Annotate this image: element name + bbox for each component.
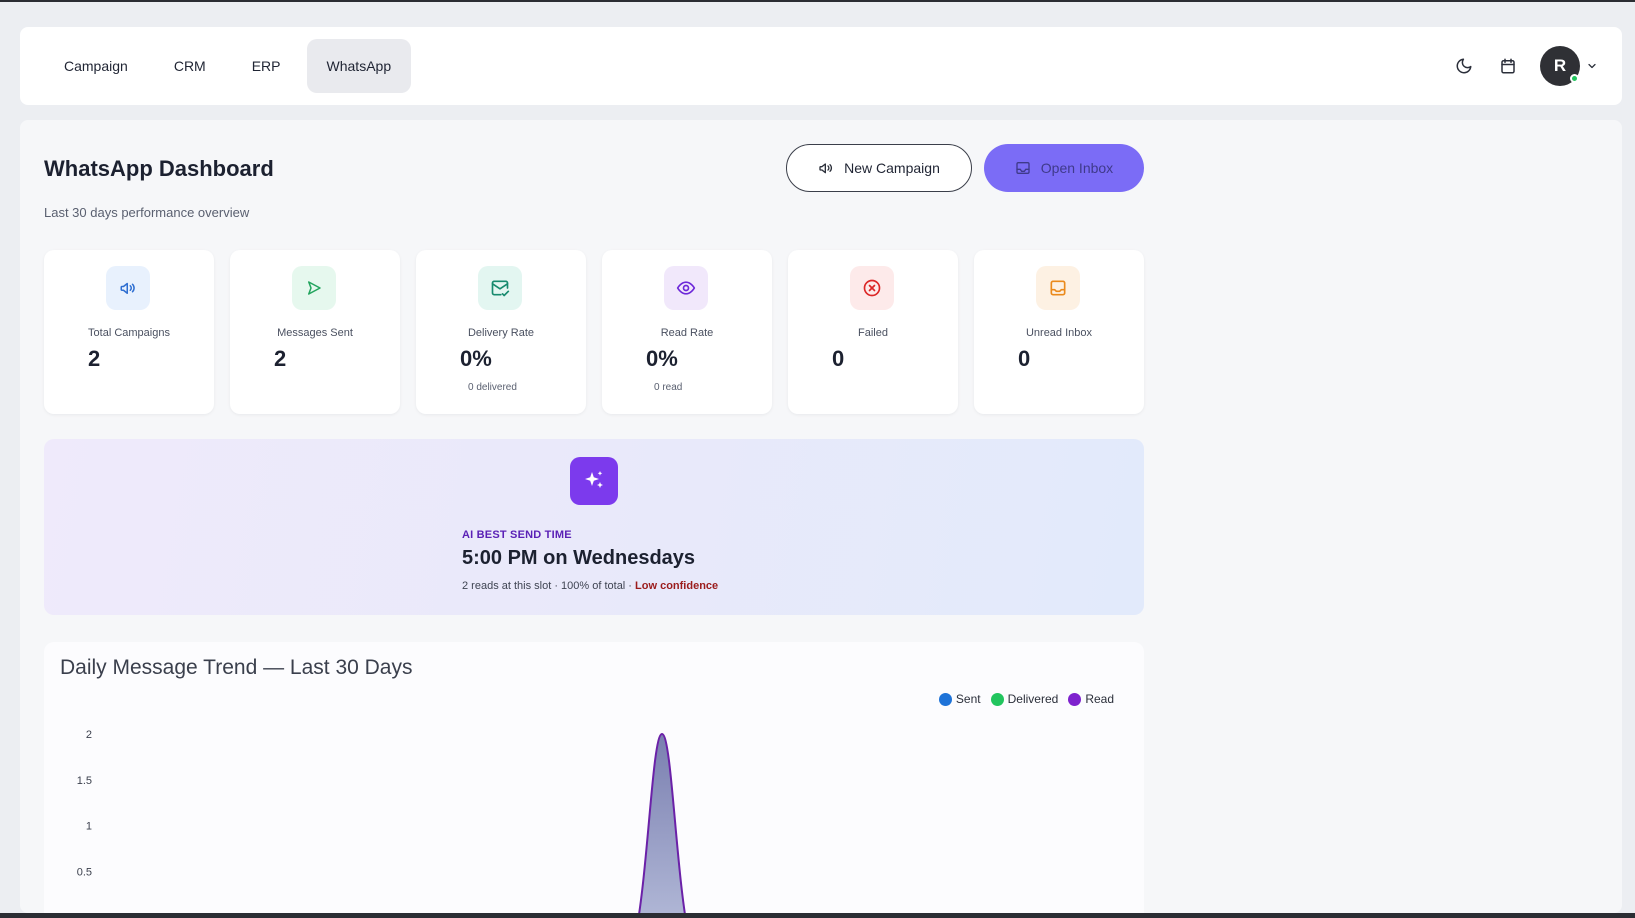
stat-card-total-campaigns: Total Campaigns 2 — [44, 250, 214, 414]
stat-value: 0 — [1018, 346, 1031, 371]
eye-icon — [664, 266, 708, 310]
ai-best-time: 5:00 PM on Wednesdays — [462, 547, 696, 569]
stat-card-failed: Failed 0 — [788, 250, 958, 414]
y-tick-label: 2 — [86, 729, 92, 741]
confidence-label: Low confidence — [635, 580, 719, 592]
stat-label: Failed — [858, 327, 888, 339]
dark-mode-icon[interactable] — [1452, 54, 1476, 78]
nav-right: R — [1452, 46, 1598, 86]
y-tick-label: 1 — [86, 821, 92, 833]
avatar[interactable]: R — [1540, 46, 1580, 86]
ai-kicker: AI BEST SEND TIME — [462, 529, 572, 541]
new-campaign-label: New Campaign — [844, 160, 940, 176]
nav-tabs: Campaign CRM ERP WhatsApp — [44, 39, 412, 93]
calendar-icon[interactable] — [1496, 54, 1520, 78]
ai-detail: 2 reads at this slot · 100% of total · L… — [462, 580, 718, 592]
stat-label: Total Campaigns — [88, 327, 170, 339]
daily-trend-chart-card: Daily Message Trend — Last 30 Days Sent … — [44, 642, 1144, 913]
page-title: WhatsApp Dashboard — [44, 156, 274, 181]
stat-value: 2 — [88, 346, 101, 371]
stat-value: 2 — [274, 346, 287, 371]
trend-chart-svg: 2 1.5 1 0.5 — [77, 729, 690, 913]
stat-value: 0 — [832, 346, 845, 371]
inbox-icon — [1016, 162, 1030, 174]
x-circle-icon — [850, 266, 894, 310]
megaphone-icon — [106, 266, 150, 310]
stat-card-read-rate: Read Rate 0% 0 read — [602, 250, 772, 414]
tab-crm[interactable]: CRM — [154, 39, 226, 93]
stat-sub: 0 read — [654, 382, 683, 393]
stat-label: Read Rate — [660, 327, 714, 339]
read-series-area[interactable] — [634, 732, 690, 913]
user-menu[interactable]: R — [1540, 46, 1598, 86]
stats-row: Total Campaigns 2 Messages Sent 2 Delive… — [44, 250, 1144, 414]
stat-label: Messages Sent — [277, 327, 353, 339]
tab-campaign[interactable]: Campaign — [44, 39, 148, 93]
mail-check-icon — [478, 266, 522, 310]
sparkles-icon — [570, 457, 618, 505]
stat-card-messages-sent: Messages Sent 2 — [230, 250, 400, 414]
avatar-initial: R — [1553, 56, 1567, 75]
tab-erp[interactable]: ERP — [232, 39, 301, 93]
y-tick-label: 1.5 — [77, 775, 92, 787]
top-navbar: Campaign CRM ERP WhatsApp R — [20, 27, 1622, 105]
ai-detail-text: 2 reads at this slot · 100% of total · — [462, 580, 636, 592]
dashboard-main: WhatsApp Dashboard Last 30 days performa… — [20, 120, 1622, 913]
online-status-dot — [1570, 74, 1579, 83]
new-campaign-button[interactable]: New Campaign — [786, 144, 972, 192]
stat-label: Unread Inbox — [1025, 327, 1093, 339]
stat-value: 0% — [460, 346, 492, 371]
y-tick-label: 0.5 — [77, 866, 92, 878]
inbox-icon — [1036, 266, 1080, 310]
ai-best-send-time-card: AI BEST SEND TIME 5:00 PM on Wednesdays … — [44, 439, 1144, 615]
stat-card-unread-inbox: Unread Inbox 0 — [974, 250, 1144, 414]
page-subtitle: Last 30 days performance overview — [44, 205, 250, 220]
open-inbox-label: Open Inbox — [1040, 160, 1114, 176]
stat-sub: 0 delivered — [468, 382, 517, 393]
chevron-down-icon[interactable] — [1586, 60, 1598, 72]
stat-label: Delivery Rate — [467, 327, 535, 339]
tab-whatsapp[interactable]: WhatsApp — [306, 39, 412, 93]
stat-card-delivery-rate: Delivery Rate 0% 0 delivered — [416, 250, 586, 414]
megaphone-icon — [819, 163, 833, 174]
stat-value: 0% — [646, 346, 678, 371]
send-icon — [292, 266, 336, 310]
open-inbox-button[interactable]: Open Inbox — [984, 144, 1144, 192]
